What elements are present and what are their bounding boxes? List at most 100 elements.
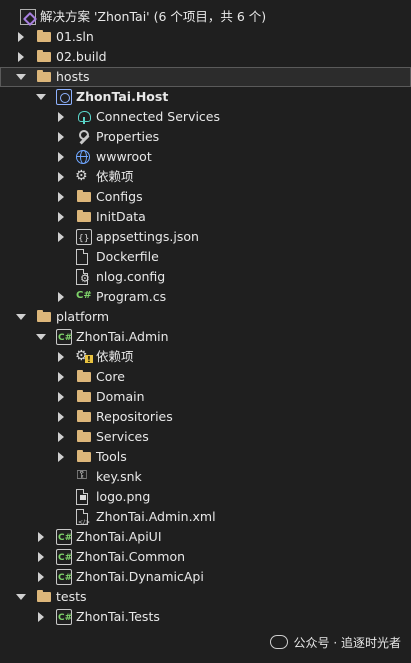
folder-icon xyxy=(76,189,92,205)
tree-item[interactable]: logo.png xyxy=(0,487,411,507)
tree-item[interactable]: 依赖项 xyxy=(0,166,411,187)
folder-icon xyxy=(36,309,52,325)
tree-item[interactable]: Properties xyxy=(0,127,411,147)
csharp-project-icon: C# xyxy=(56,569,72,585)
tree-item-label: 01.sln xyxy=(56,29,94,44)
tree-item-label: 依赖项 xyxy=(96,169,134,184)
tree-item[interactable]: InitData xyxy=(0,207,411,227)
chevron-right-icon[interactable] xyxy=(54,427,66,447)
tree-item[interactable]: Core xyxy=(0,367,411,387)
wrench-icon xyxy=(76,129,92,145)
chevron-right-icon[interactable] xyxy=(54,127,66,147)
chevron-right-icon[interactable] xyxy=(54,107,66,127)
tree-item-label: ZhonTai.Common xyxy=(76,549,186,564)
chevron-down-icon[interactable] xyxy=(14,307,26,327)
tree-item[interactable]: C# ZhonTai.ApiUI xyxy=(0,527,411,547)
tree-item[interactable]: key.snk xyxy=(0,466,411,487)
chevron-down-icon[interactable] xyxy=(34,327,46,347)
tree-item-label: wwwroot xyxy=(96,149,152,164)
tree-item[interactable]: Domain xyxy=(0,387,411,407)
tree-item[interactable]: platform xyxy=(0,307,411,327)
csharp-project-icon: C# xyxy=(56,609,72,625)
tree-item-label: Tools xyxy=(96,449,127,464)
folder-icon xyxy=(36,589,52,605)
chevron-right-icon[interactable] xyxy=(54,207,66,227)
chevron-right-icon[interactable] xyxy=(54,187,66,207)
folder-icon xyxy=(76,369,92,385)
chevron-down-icon[interactable] xyxy=(34,87,46,107)
folder-icon xyxy=(36,69,52,85)
chevron-right-icon[interactable] xyxy=(34,547,46,567)
solution-icon xyxy=(20,9,36,25)
chevron-right-icon[interactable] xyxy=(54,447,66,467)
chevron-right-icon[interactable] xyxy=(54,347,66,367)
chevron-right-icon[interactable] xyxy=(54,407,66,427)
tree-item[interactable]: C# ZhonTai.Tests xyxy=(0,607,411,627)
tree-item[interactable]: Repositories xyxy=(0,407,411,427)
folder-icon xyxy=(36,49,52,65)
csharp-project-icon: C# xyxy=(56,549,72,565)
folder-icon xyxy=(76,389,92,405)
tree-item[interactable]: wwwroot xyxy=(0,147,411,167)
tree-item[interactable]: nlog.config xyxy=(0,267,411,289)
chevron-right-icon[interactable] xyxy=(54,387,66,407)
tree-item-label: 解决方案 'ZhonTai' (6 个项目，共 6 个) xyxy=(40,9,267,24)
tree-item[interactable]: Tools xyxy=(0,447,411,467)
tree-item-label: ZhonTai.Admin xyxy=(76,329,169,344)
chevron-right-icon[interactable] xyxy=(34,527,46,547)
json-file-icon xyxy=(76,229,92,249)
watermark-text: 公众号 · 追逐时光者 xyxy=(293,636,401,650)
tree-item[interactable]: C# ZhonTai.DynamicApi xyxy=(0,567,411,587)
key-file-icon xyxy=(76,466,92,486)
tree-item[interactable]: C# ZhonTai.Common xyxy=(0,547,411,567)
tree-item-label: ZhonTai.ApiUI xyxy=(76,529,162,544)
chevron-right-icon[interactable] xyxy=(14,27,26,47)
tree-item[interactable]: 解决方案 'ZhonTai' (6 个项目，共 6 个) xyxy=(0,7,411,27)
tree-item-label: Connected Services xyxy=(96,109,220,124)
tree-item[interactable]: Connected Services xyxy=(0,107,411,127)
chevron-right-icon[interactable] xyxy=(54,367,66,387)
tree-item[interactable]: hosts xyxy=(0,67,411,87)
csharp-file-icon xyxy=(76,286,92,306)
chevron-right-icon[interactable] xyxy=(34,567,46,587)
tree-item-label: ZhonTai.DynamicApi xyxy=(76,569,204,584)
tree-item[interactable]: 依赖项 xyxy=(0,346,411,367)
tree-item-label: ZhonTai.Host xyxy=(76,89,169,104)
tree-item-label: ZhonTai.Tests xyxy=(76,609,160,624)
tree-item-label: Properties xyxy=(96,129,160,144)
chevron-right-icon[interactable] xyxy=(54,167,66,187)
chevron-right-icon[interactable] xyxy=(54,227,66,247)
folder-icon xyxy=(76,449,92,465)
tree-item[interactable]: appsettings.json xyxy=(0,227,411,249)
web-project-icon xyxy=(56,89,72,105)
chevron-right-icon[interactable] xyxy=(34,607,46,627)
chevron-down-icon[interactable] xyxy=(14,67,26,87)
tree-item[interactable]: 02.build xyxy=(0,47,411,67)
tree-item[interactable]: ZhonTai.Host xyxy=(0,87,411,107)
tree-item[interactable]: 01.sln xyxy=(0,27,411,47)
tree-item[interactable]: Services xyxy=(0,427,411,447)
tree-item[interactable]: C# ZhonTai.Admin xyxy=(0,327,411,347)
chevron-right-icon[interactable] xyxy=(54,287,66,307)
tree-item[interactable]: Program.cs xyxy=(0,286,411,307)
tree-item-label: 依赖项 xyxy=(96,349,134,364)
tree-item-label: hosts xyxy=(56,69,90,84)
chevron-down-icon[interactable] xyxy=(14,587,26,607)
image-file-icon xyxy=(76,489,88,505)
tree-item-label: Core xyxy=(96,369,125,384)
chevron-right-icon[interactable] xyxy=(14,47,26,67)
connected-services-icon xyxy=(76,109,92,125)
folder-icon xyxy=(76,409,92,425)
tree-item-label: tests xyxy=(56,589,87,604)
tree-item-label: logo.png xyxy=(96,489,151,504)
tree-item[interactable]: Dockerfile xyxy=(0,247,411,267)
tree-item[interactable]: tests xyxy=(0,587,411,607)
tree-item[interactable]: Configs xyxy=(0,187,411,207)
tree-item-label: Services xyxy=(96,429,149,444)
tree-item[interactable]: ZhonTai.Admin.xml xyxy=(0,507,411,533)
chevron-right-icon[interactable] xyxy=(54,147,66,167)
tree-item-label: InitData xyxy=(96,209,146,224)
tree-item-label: Program.cs xyxy=(96,289,167,304)
watermark: 公众号 · 追逐时光者 xyxy=(269,634,401,651)
tree-item-label: ZhonTai.Admin.xml xyxy=(96,509,216,524)
